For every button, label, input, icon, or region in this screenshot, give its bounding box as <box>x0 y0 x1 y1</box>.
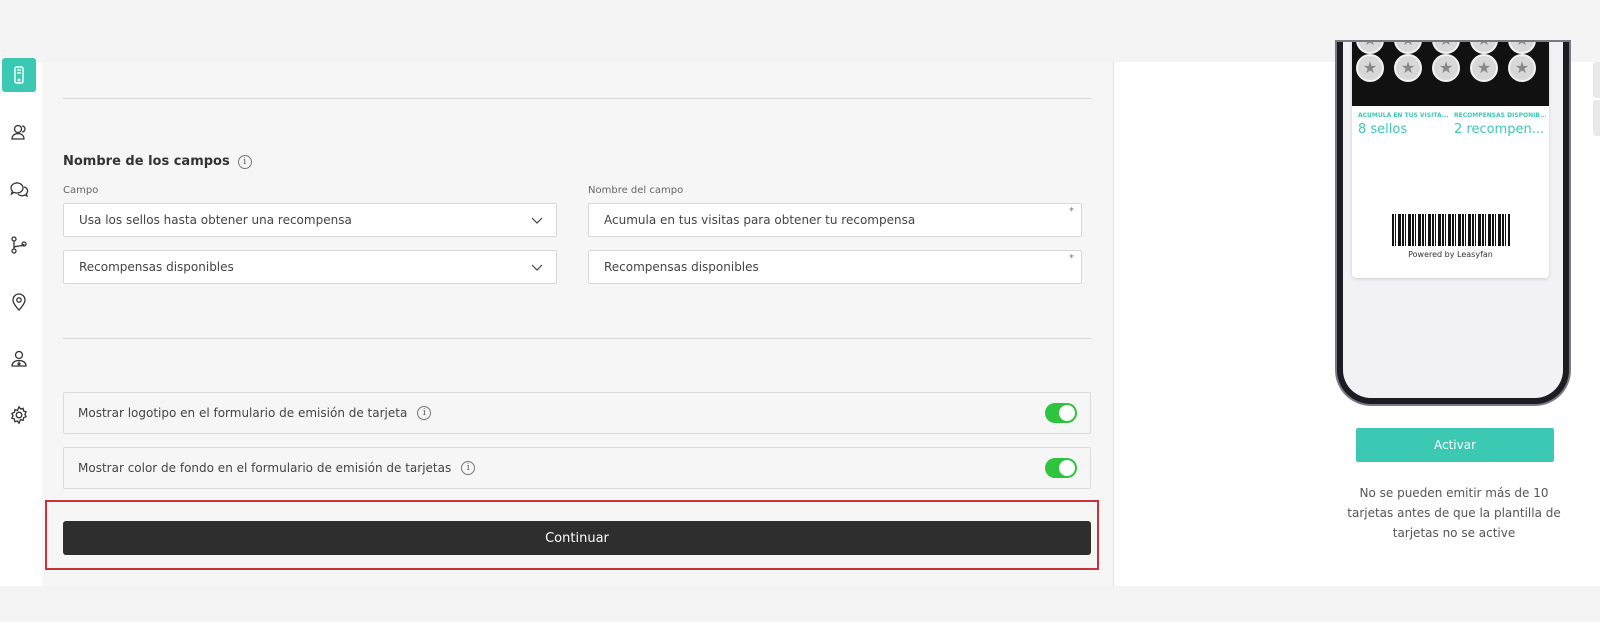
star-icon: ★ <box>1356 42 1384 54</box>
field-name-input-2[interactable]: Recompensas disponibles * <box>588 250 1082 284</box>
flow-icon <box>11 236 27 254</box>
field-select-2[interactable]: Recompensas disponibles <box>63 250 557 284</box>
gear-icon <box>11 405 27 425</box>
section-title-text: Nombre de los campos <box>63 154 230 169</box>
toggle-row-logo: Mostrar logotipo en el formulario de emi… <box>63 392 1091 434</box>
star-icon: ★ <box>1394 42 1422 54</box>
barcode <box>1392 214 1510 246</box>
sidebar <box>0 58 42 586</box>
section-title: Nombre de los campos i <box>63 154 252 169</box>
sidebar-item-settings[interactable] <box>2 398 36 432</box>
background-toggle[interactable] <box>1045 458 1077 478</box>
required-mark: * <box>1069 253 1074 264</box>
users-icon <box>11 124 26 140</box>
powered-by-text: Powered by Leasyfan <box>1408 250 1493 259</box>
info-icon[interactable]: i <box>237 154 252 169</box>
toggle-row-background: Mostrar color de fondo en el formulario … <box>63 447 1091 489</box>
phone-mockup: ★ ★ ★ ★ ★ ★ ★ ★ ★ ★ ACUMULA EN TUS VISIT… <box>1337 42 1569 404</box>
phone-icon <box>14 66 24 84</box>
activate-button[interactable]: Activar <box>1356 428 1554 462</box>
info-icon[interactable]: i <box>461 461 476 475</box>
activation-note: No se pueden emitir más de 10 tarjetas a… <box>1347 486 1561 540</box>
divider <box>63 98 1091 99</box>
continue-button[interactable]: Continuar <box>63 521 1091 555</box>
star-icon: ★ <box>1508 54 1536 82</box>
star-icon: ★ <box>1508 42 1536 54</box>
sidebar-item-users[interactable] <box>2 115 36 149</box>
toggle-label: Mostrar color de fondo en el formulario … <box>78 461 452 475</box>
field-select-value: Usa los sellos hasta obtener una recompe… <box>79 213 352 227</box>
scroll-tab[interactable] <box>1593 100 1600 136</box>
card-label-right: RECOMPENSAS DISPONIB... <box>1454 112 1546 119</box>
loyalty-card-preview: ★ ★ ★ ★ ★ ★ ★ ★ ★ ★ ACUMULA EN TUS VISIT… <box>1352 42 1549 278</box>
toggle-label: Mostrar logotipo en el formulario de emi… <box>78 406 408 420</box>
sidebar-item-location[interactable] <box>2 285 36 319</box>
field-select-1[interactable]: Usa los sellos hasta obtener una recompe… <box>63 203 557 237</box>
chat-icon <box>10 182 29 198</box>
card-value-right: 2 recompen... <box>1454 122 1545 137</box>
divider <box>63 338 1091 339</box>
card-value-left: 8 sellos <box>1358 122 1408 137</box>
stamp-strip: ★ ★ ★ ★ ★ ★ ★ ★ ★ ★ <box>1352 42 1549 106</box>
star-icon: ★ <box>1470 54 1498 82</box>
logo-toggle[interactable] <box>1045 403 1077 423</box>
sidebar-item-flow[interactable] <box>2 228 36 262</box>
star-icon: ★ <box>1432 42 1460 54</box>
field-name-input-1[interactable]: Acumula en tus visitas para obtener tu r… <box>588 203 1082 237</box>
chevron-down-icon <box>531 264 543 271</box>
info-icon[interactable]: i <box>417 406 432 420</box>
star-icon: ★ <box>1470 42 1498 54</box>
main-content: Nombre de los campos i Campo Nombre del … <box>42 62 1113 586</box>
sidebar-item-user-download[interactable] <box>2 342 36 376</box>
required-mark: * <box>1069 206 1074 217</box>
preview-panel: ★ ★ ★ ★ ★ ★ ★ ★ ★ ★ ACUMULA EN TUS VISIT… <box>1113 42 1600 586</box>
field-name-value: Acumula en tus visitas para obtener tu r… <box>604 213 916 227</box>
card-label-left: ACUMULA EN TUS VISITA... <box>1358 112 1449 119</box>
star-icon: ★ <box>1394 54 1422 82</box>
name-column-label: Nombre del campo <box>588 185 684 196</box>
star-icon: ★ <box>1356 54 1384 82</box>
scroll-tab[interactable] <box>1593 62 1600 98</box>
sidebar-item-phone[interactable] <box>2 58 36 92</box>
field-column-label: Campo <box>63 185 99 196</box>
user-download-icon <box>11 350 27 367</box>
chevron-down-icon <box>531 217 543 224</box>
field-select-value: Recompensas disponibles <box>79 260 234 274</box>
field-name-value: Recompensas disponibles <box>604 260 759 274</box>
location-pin-icon <box>12 293 26 311</box>
star-icon: ★ <box>1432 54 1460 82</box>
sidebar-item-chat[interactable] <box>2 172 36 206</box>
